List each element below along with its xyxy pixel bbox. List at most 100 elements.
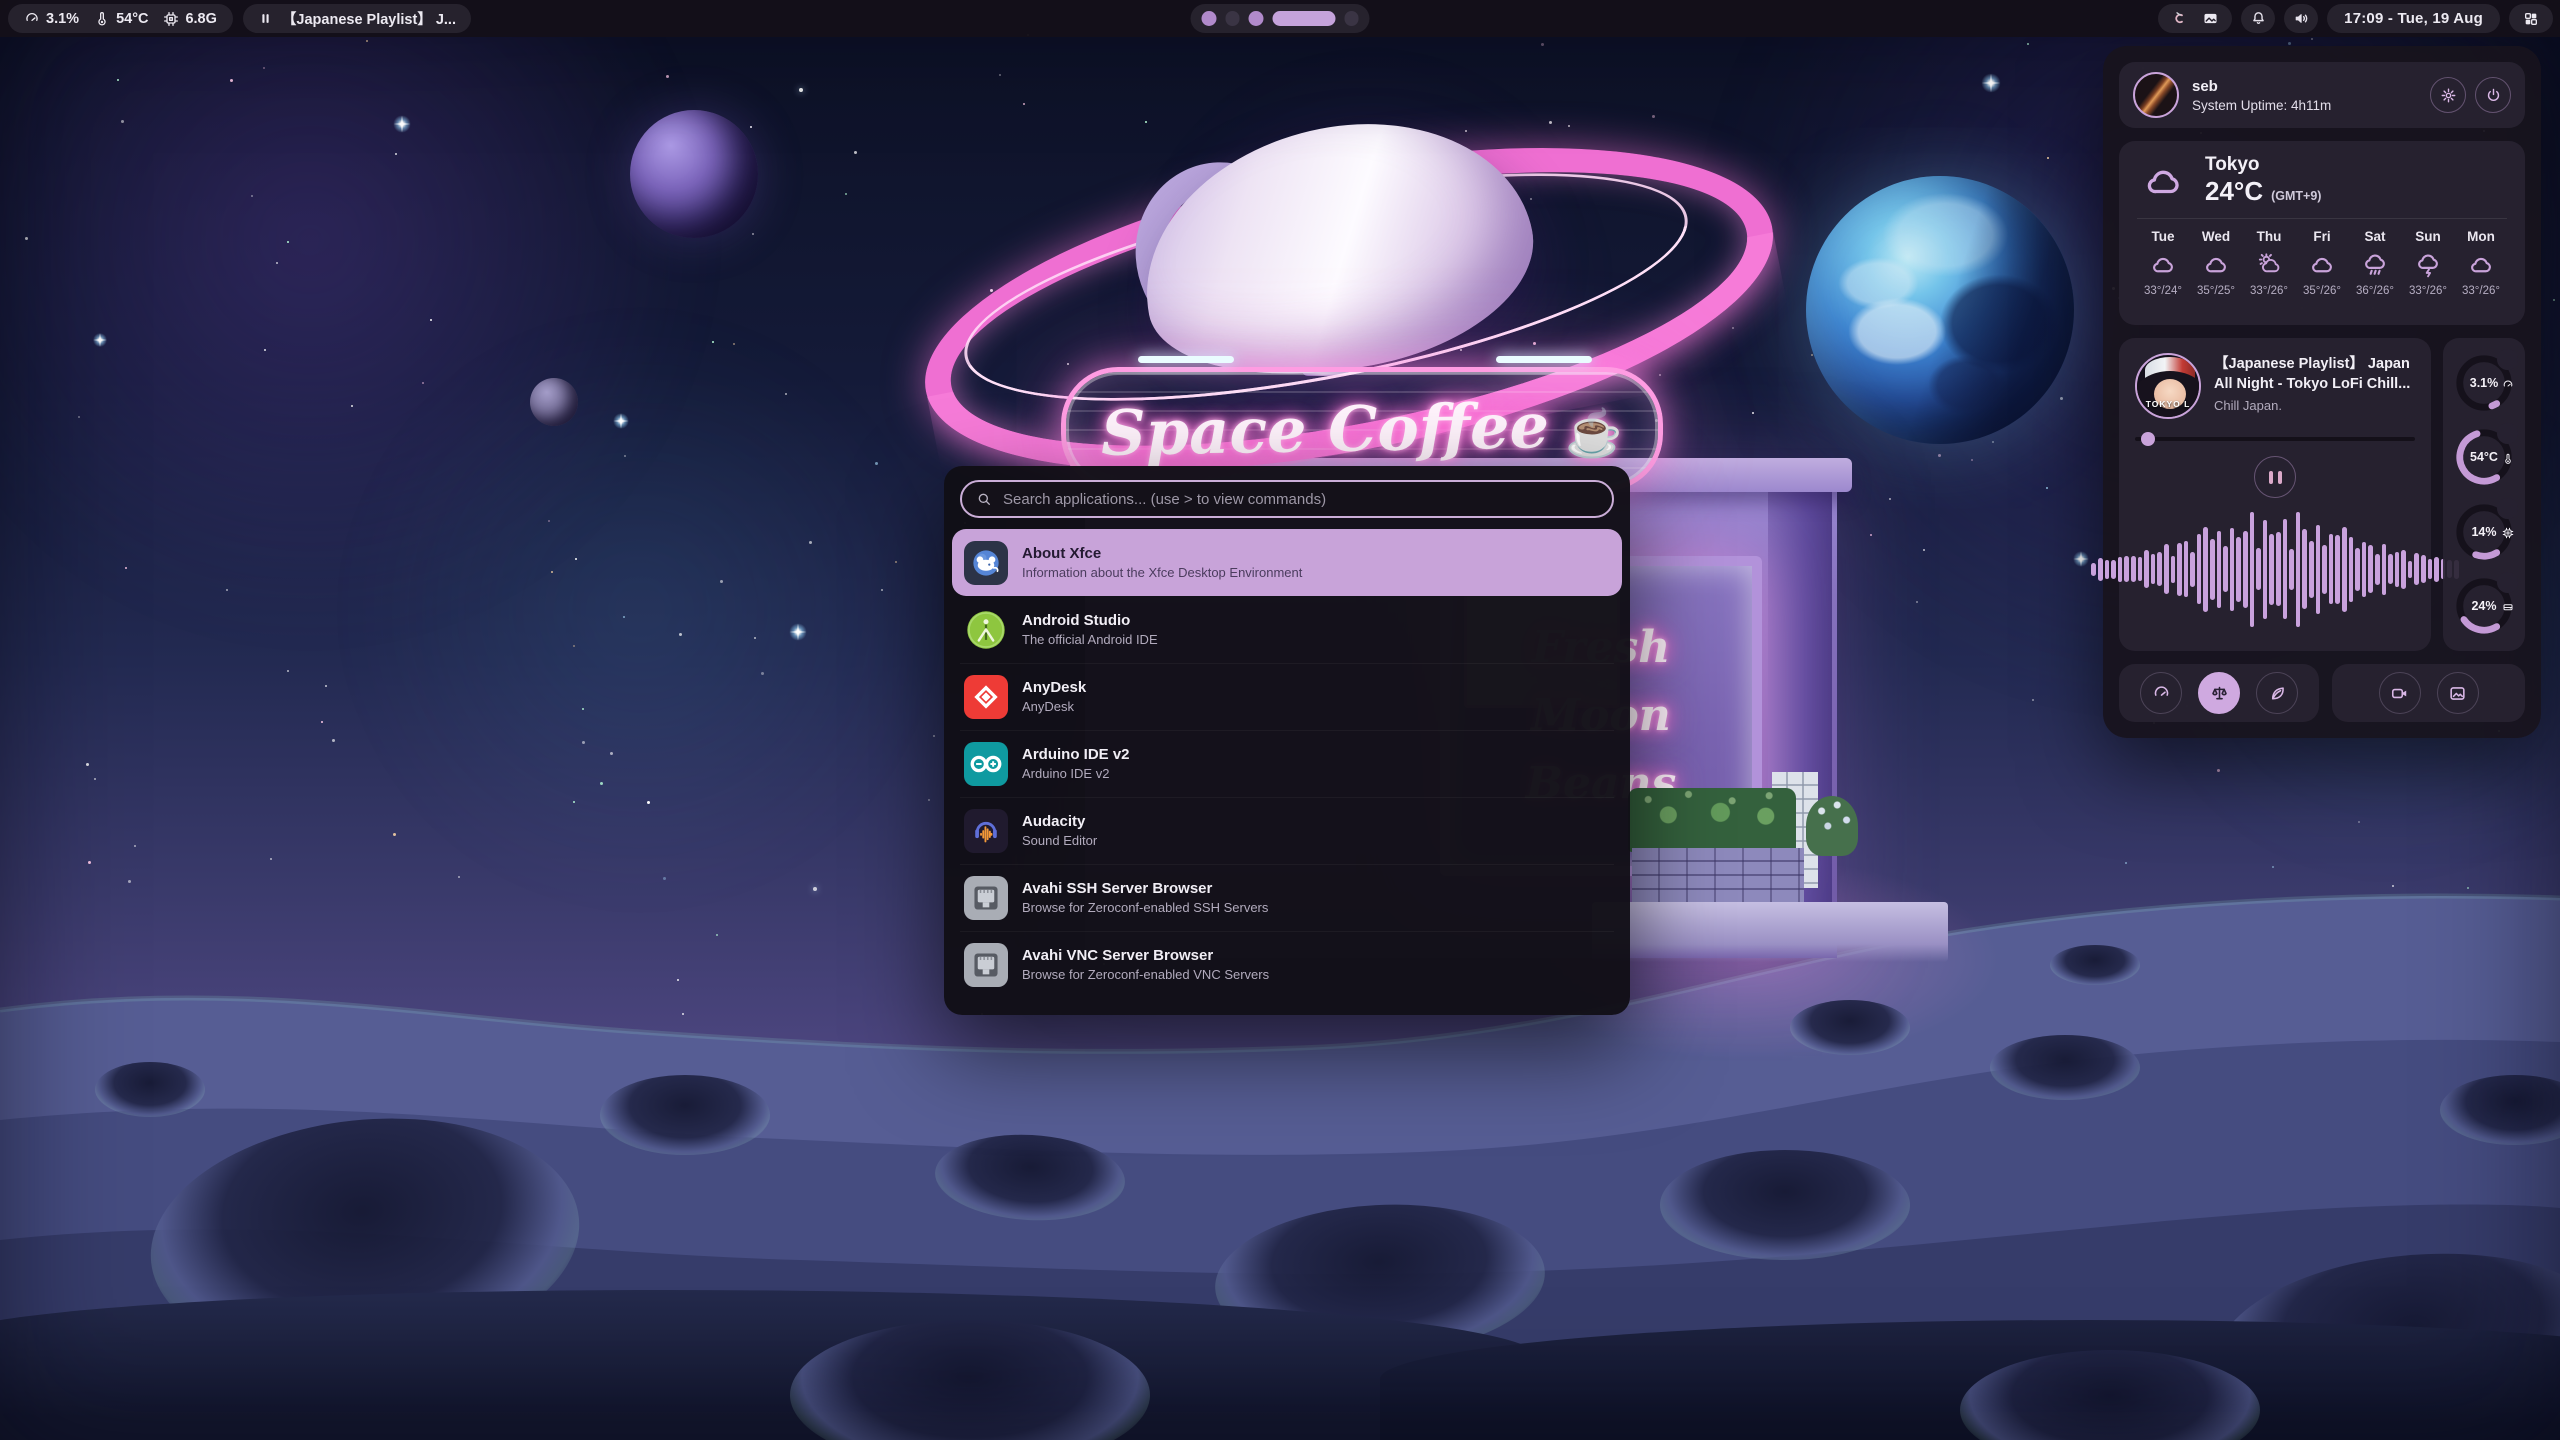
- app-row-avahi-vnc[interactable]: Avahi VNC Server Browser Browse for Zero…: [952, 931, 1622, 998]
- app-icon: [964, 608, 1008, 652]
- weather-city: Tokyo: [2205, 155, 2321, 176]
- user-name: seb: [2192, 78, 2331, 95]
- wallpaper-indicator-icon[interactable]: [2202, 10, 2219, 27]
- workspace-switcher[interactable]: [1191, 4, 1370, 33]
- clock[interactable]: 17:09 - Tue, 19 Aug: [2327, 4, 2500, 33]
- small-moon: [530, 378, 578, 426]
- hedge: [1628, 788, 1796, 852]
- forecast-day-label: Sat: [2364, 229, 2385, 244]
- media-progress-slider[interactable]: [2135, 432, 2415, 446]
- progress-knob[interactable]: [2141, 432, 2155, 446]
- app-name: Android Studio: [1022, 612, 1158, 629]
- app-row-about-xfce[interactable]: About Xfce Information about the Xfce De…: [952, 529, 1622, 596]
- album-art[interactable]: TOKYO L: [2135, 353, 2201, 419]
- forecast-weather-icon: [2362, 251, 2389, 278]
- cpu-value: 3.1%: [46, 11, 79, 27]
- flower-bush: [1806, 796, 1858, 856]
- gear-icon: [2440, 87, 2457, 104]
- media-player-card: TOKYO L 【Japanese Playlist】 Japan All Ni…: [2119, 338, 2431, 651]
- cpu-gauge: 3.1%: [2453, 352, 2515, 414]
- app-row-anydesk[interactable]: AnyDesk AnyDesk: [952, 663, 1622, 730]
- app-description: AnyDesk: [1022, 699, 1086, 714]
- screenshot-button[interactable]: [2437, 672, 2479, 714]
- app-launcher: About Xfce Information about the Xfce De…: [944, 466, 1630, 1015]
- avatar[interactable]: [2133, 72, 2179, 118]
- crater: [1790, 1000, 1910, 1055]
- forecast-day-label: Sun: [2415, 229, 2441, 244]
- workspace-dot-empty[interactable]: [1226, 11, 1240, 26]
- settings-button[interactable]: [2430, 77, 2466, 113]
- app-description: Arduino IDE v2: [1022, 766, 1130, 781]
- clipboard-indicator-icon[interactable]: [2171, 10, 2188, 27]
- system-stats-pill[interactable]: 3.1% 54°C 6.8G: [8, 4, 233, 33]
- app-icon: [964, 943, 1008, 987]
- sign-light: [1496, 356, 1592, 363]
- app-name: Arduino IDE v2: [1022, 746, 1130, 763]
- leaf-icon: [2268, 684, 2287, 703]
- app-row-arduino[interactable]: Arduino IDE v2 Arduino IDE v2: [952, 730, 1622, 797]
- weather-card: Tokyo 24°C (GMT+9) Tue 33°/24° Wed 35°/2…: [2119, 141, 2525, 325]
- entrance-slab: [1592, 902, 1948, 962]
- forecast-weather-icon: [2468, 251, 2495, 278]
- progress-track: [2135, 437, 2415, 441]
- album-art-caption: TOKYO L: [2137, 399, 2199, 409]
- weather-cloud-icon: [2137, 160, 2191, 202]
- play-pause-button[interactable]: [2254, 456, 2296, 498]
- screenshot-icon: [2448, 684, 2467, 703]
- app-icon: [964, 809, 1008, 853]
- cpu-stat: 3.1%: [24, 11, 79, 27]
- top-panel-center: [1191, 4, 1370, 33]
- app-row-avahi-ssh[interactable]: Avahi SSH Server Browser Browse for Zero…: [952, 864, 1622, 931]
- crater: [95, 1062, 205, 1117]
- dashboard-button[interactable]: [2509, 4, 2553, 33]
- powersave-profile-button[interactable]: [2256, 672, 2298, 714]
- app-row-audacity[interactable]: Audacity Sound Editor: [952, 797, 1622, 864]
- forecast-weather-icon: [2203, 251, 2230, 278]
- pause-icon: [258, 11, 273, 26]
- forecast-day: Sun 33°/26°: [2402, 229, 2454, 297]
- app-row-android-studio[interactable]: Android Studio The official Android IDE: [952, 596, 1622, 663]
- app-description: The official Android IDE: [1022, 632, 1158, 647]
- pause-bar: [2269, 471, 2273, 484]
- purple-planet: [630, 110, 758, 238]
- forecast-day-label: Fri: [2313, 229, 2330, 244]
- performance-profile-button[interactable]: [2140, 672, 2182, 714]
- volume-button[interactable]: [2284, 4, 2318, 33]
- pause-bar: [2278, 471, 2282, 484]
- balanced-profile-button[interactable]: [2198, 672, 2240, 714]
- brick-planter: [1632, 848, 1804, 904]
- user-card: seb System Uptime: 4h11m: [2119, 62, 2525, 128]
- app-name: Avahi SSH Server Browser: [1022, 880, 1268, 897]
- clock-text: 17:09 - Tue, 19 Aug: [2344, 10, 2483, 27]
- media-title: 【Japanese Playlist】 Japan All Night - To…: [2214, 355, 2415, 394]
- audio-waveform: [2135, 502, 2415, 636]
- thermometer-icon: [94, 11, 110, 27]
- power-button[interactable]: [2475, 77, 2511, 113]
- forecast-day: Thu 33°/26°: [2243, 229, 2295, 297]
- tray-indicators-pill: [2158, 4, 2232, 33]
- power-profile-card: [2119, 664, 2319, 722]
- top-panel: 3.1% 54°C 6.8G 【Japanese Playlist】 J...: [0, 0, 2560, 37]
- workspace-dot-active[interactable]: [1273, 11, 1336, 26]
- search-input[interactable]: [1001, 490, 1598, 509]
- app-icon: [964, 541, 1008, 585]
- screen-record-button[interactable]: [2379, 672, 2421, 714]
- forecast-weather-icon: [2415, 251, 2442, 278]
- app-icon: [964, 876, 1008, 920]
- volume-icon: [2293, 10, 2310, 27]
- launcher-search[interactable]: [960, 480, 1614, 518]
- speedometer-icon: [24, 11, 40, 27]
- now-playing-pill[interactable]: 【Japanese Playlist】 J...: [243, 4, 471, 33]
- chip-icon: [163, 11, 179, 27]
- forecast-day-label: Tue: [2152, 229, 2175, 244]
- notifications-button[interactable]: [2241, 4, 2275, 33]
- crater: [1990, 1035, 2140, 1100]
- workspace-dot-occupied[interactable]: [1249, 11, 1264, 26]
- workspace-dot-occupied[interactable]: [1202, 11, 1217, 26]
- workspace-dot-empty[interactable]: [1345, 11, 1359, 26]
- grid-icon: [2523, 11, 2539, 27]
- memory-gauge: 14%: [2453, 501, 2515, 563]
- weather-timezone: (GMT+9): [2271, 189, 2321, 203]
- coffee-cup-icon: ☕: [1565, 406, 1622, 461]
- forecast-temps: 33°/26°: [2462, 285, 2500, 297]
